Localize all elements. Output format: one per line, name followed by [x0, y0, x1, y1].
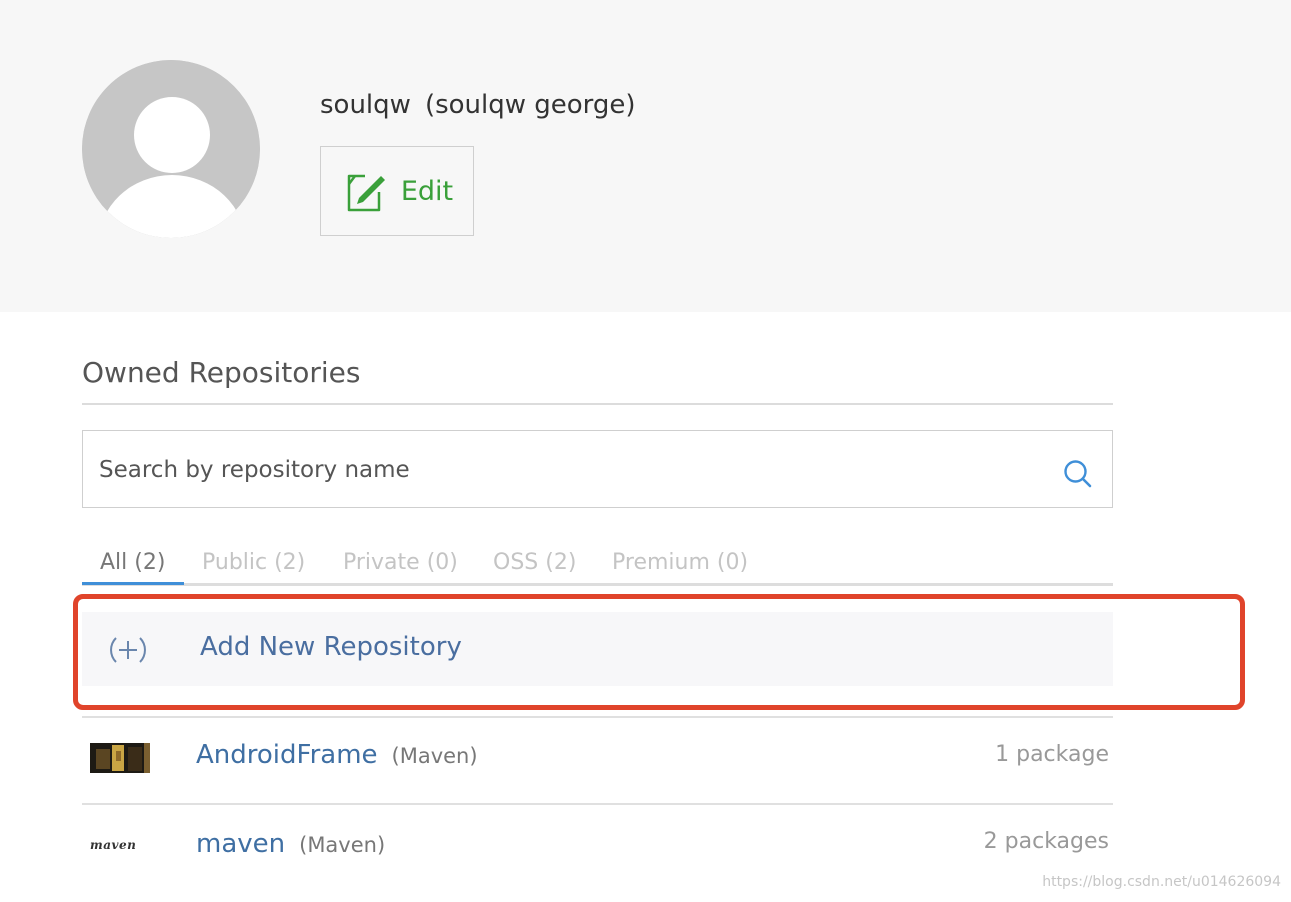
full-name: (soulqw george)	[424, 90, 636, 120]
edit-icon	[347, 174, 385, 212]
repository-type: (Maven)	[299, 833, 386, 857]
section-divider	[82, 403, 1113, 405]
username: soulqw	[320, 90, 411, 120]
tab-private[interactable]: Private (0)	[343, 550, 458, 575]
edit-label: Edit	[400, 175, 454, 207]
highlight-frame	[73, 594, 1245, 710]
repository-name: maven	[196, 829, 286, 859]
active-tab-indicator	[82, 582, 184, 585]
tab-public[interactable]: Public (2)	[202, 550, 305, 575]
repository-name-link[interactable]: maven (Maven)	[196, 829, 385, 859]
section-title: Owned Repositories	[82, 356, 361, 389]
package-count: 2 packages	[983, 829, 1109, 854]
default-user-avatar-icon	[82, 60, 260, 238]
package-count: 1 package	[995, 742, 1109, 767]
tab-premium[interactable]: Premium (0)	[612, 550, 748, 575]
watermark: https://blog.csdn.net/u014626094	[1042, 874, 1281, 890]
repository-name-link[interactable]: AndroidFrame (Maven)	[196, 740, 478, 770]
maven-logo: maven	[90, 838, 137, 852]
profile-header: soulqw (soulqw george) Edit	[0, 0, 1291, 312]
tab-oss[interactable]: OSS (2)	[493, 550, 576, 575]
edit-profile-button[interactable]: Edit	[320, 146, 474, 236]
repository-row[interactable]: maven maven (Maven) 2 packages	[82, 805, 1113, 889]
avatar	[82, 60, 260, 238]
repository-tabs: All (2) Public (2) Private (0) OSS (2) P…	[82, 544, 1113, 586]
repository-row[interactable]: AndroidFrame (Maven) 1 package	[82, 718, 1113, 802]
search-icon[interactable]	[1063, 459, 1093, 489]
tab-all[interactable]: All (2)	[100, 550, 165, 575]
search-box	[82, 430, 1113, 509]
repository-name: AndroidFrame	[196, 740, 378, 770]
repository-type: (Maven)	[391, 744, 478, 768]
repository-thumbnail-icon	[90, 743, 150, 773]
username-line: soulqw (soulqw george)	[320, 90, 636, 120]
search-input[interactable]	[97, 431, 1041, 509]
